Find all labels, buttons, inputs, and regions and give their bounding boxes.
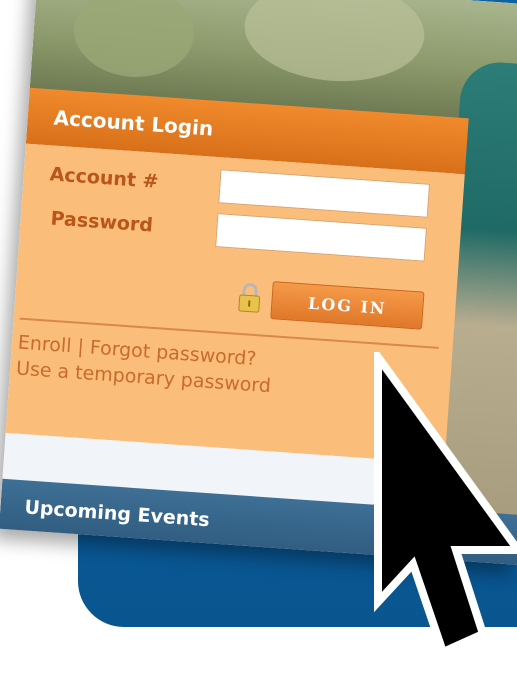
mouse-pointer-icon (368, 344, 517, 692)
photo-foliage (241, 0, 428, 87)
events-title: Upcoming Events (23, 496, 211, 532)
photo-foliage (70, 0, 197, 81)
lock-icon (237, 282, 263, 314)
password-input[interactable] (215, 213, 427, 262)
password-label: Password (49, 207, 154, 237)
login-button-label: LOG IN (307, 293, 388, 318)
link-separator: | (76, 335, 85, 359)
enroll-link[interactable]: Enroll (17, 332, 72, 358)
login-links: Enroll | Forgot password? Use a temporar… (15, 330, 273, 400)
account-number-label: Account # (49, 163, 160, 193)
login-button[interactable]: LOG IN (270, 281, 425, 330)
account-number-input[interactable] (218, 169, 431, 218)
login-title: Account Login (52, 105, 215, 141)
